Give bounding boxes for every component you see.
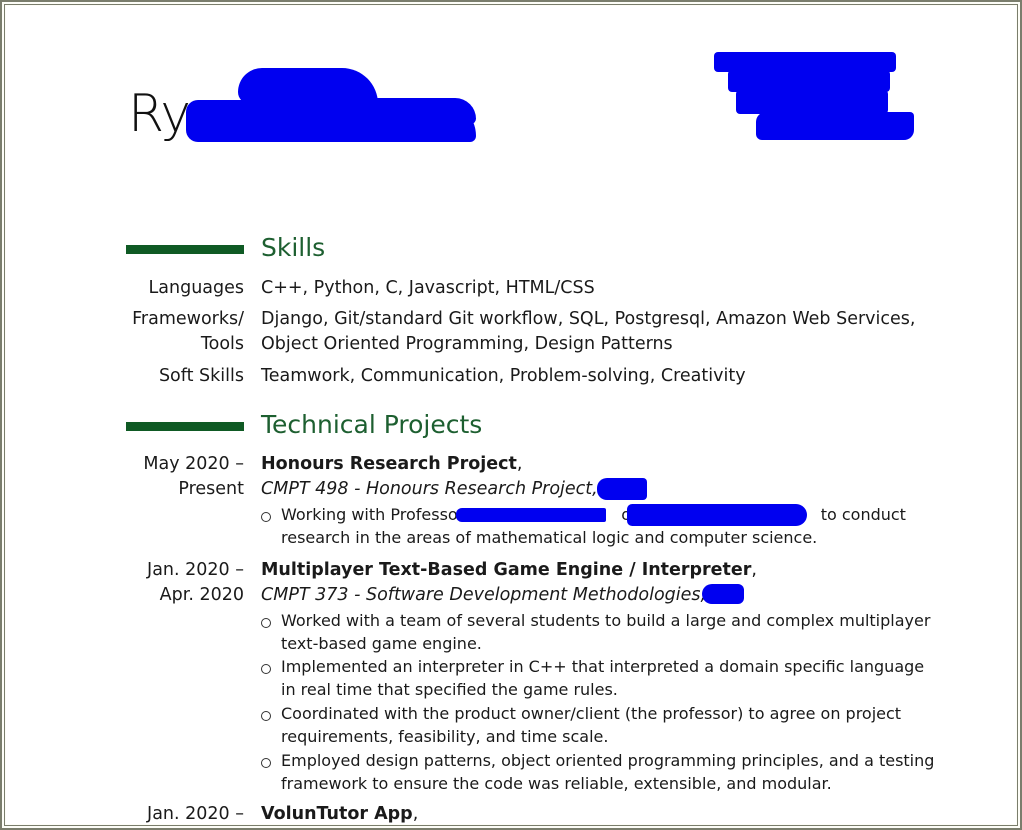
project-date-start: Jan. 2020 – <box>147 560 244 580</box>
skill-label-languages: Languages <box>148 278 244 298</box>
bullet-text-continued: requirements, feasibility, and time scal… <box>281 727 609 746</box>
projects-section-title: Technical Projects <box>261 410 483 439</box>
skill-label-soft-skills: Soft Skills <box>158 366 244 386</box>
bullet-icon <box>261 664 271 674</box>
bullet-icon <box>261 758 271 768</box>
bullet-icon <box>261 512 271 522</box>
professor-name-redaction <box>456 508 606 522</box>
project-date-end: Apr. 2020 <box>159 585 244 605</box>
bullet-icon <box>261 618 271 628</box>
bullet-text-continued: framework to ensure the code was reliabl… <box>281 774 832 793</box>
skill-value-soft-skills: Teamwork, Communication, Problem-solving… <box>261 366 746 386</box>
contact-redaction <box>736 90 888 114</box>
skills-section-bar <box>126 245 244 254</box>
bullet-text-continued: text-based game engine. <box>281 634 482 653</box>
skills-section-title: Skills <box>261 233 326 262</box>
skill-value-frameworks: Django, Git/standard Git workflow, SQL, … <box>261 309 916 329</box>
name-redaction <box>300 98 476 124</box>
project-title: Honours Research Project, <box>261 454 522 474</box>
skill-value-tools: Object Oriented Programming, Design Patt… <box>261 334 673 354</box>
contact-redaction <box>728 70 890 92</box>
bullet-text-part: to conduct <box>820 505 906 524</box>
project-title: VolunTutor App, <box>261 804 418 824</box>
project-date-end: Present <box>178 479 244 499</box>
bullet-text-continued: in real time that specified the game rul… <box>281 680 618 699</box>
bullet-icon <box>261 711 271 721</box>
bullet-text: Implemented an interpreter in C++ that i… <box>281 657 925 676</box>
institution-redaction <box>627 504 807 526</box>
skill-label-frameworks: Frameworks/ <box>132 309 244 329</box>
project-title-suffix: , <box>516 454 523 474</box>
project-title-text: VolunTutor App <box>261 804 413 824</box>
project-course: CMPT 498 - Honours Research Project, <box>261 479 598 499</box>
project-date-start: Jan. 2020 – <box>147 804 244 824</box>
project-title-text: Honours Research Project <box>261 454 517 474</box>
project-title-suffix: , <box>412 804 419 824</box>
contact-redaction <box>714 52 896 72</box>
projects-section-bar <box>126 422 244 431</box>
bullet-text-continued: research in the areas of mathematical lo… <box>281 528 818 547</box>
bullet-text: Worked with a team of several students t… <box>281 611 931 630</box>
project-title-text: Multiplayer Text-Based Game Engine / Int… <box>261 560 752 580</box>
skill-label-tools: Tools <box>200 334 244 354</box>
course-redaction <box>702 584 744 604</box>
skill-value-languages: C++, Python, C, Javascript, HTML/CSS <box>261 278 595 298</box>
project-title-suffix: , <box>751 560 757 580</box>
project-course: CMPT 373 - Software Development Methodol… <box>261 585 707 605</box>
bullet-text-part: Working with Professor <box>281 505 465 524</box>
bullet-text: Coordinated with the product owner/clien… <box>281 704 902 723</box>
bullet-text: Employed design patterns, object oriente… <box>281 751 935 770</box>
project-date-start: May 2020 – <box>143 454 244 474</box>
contact-redaction <box>756 112 914 140</box>
course-redaction <box>597 478 647 500</box>
project-title: Multiplayer Text-Based Game Engine / Int… <box>261 560 757 580</box>
